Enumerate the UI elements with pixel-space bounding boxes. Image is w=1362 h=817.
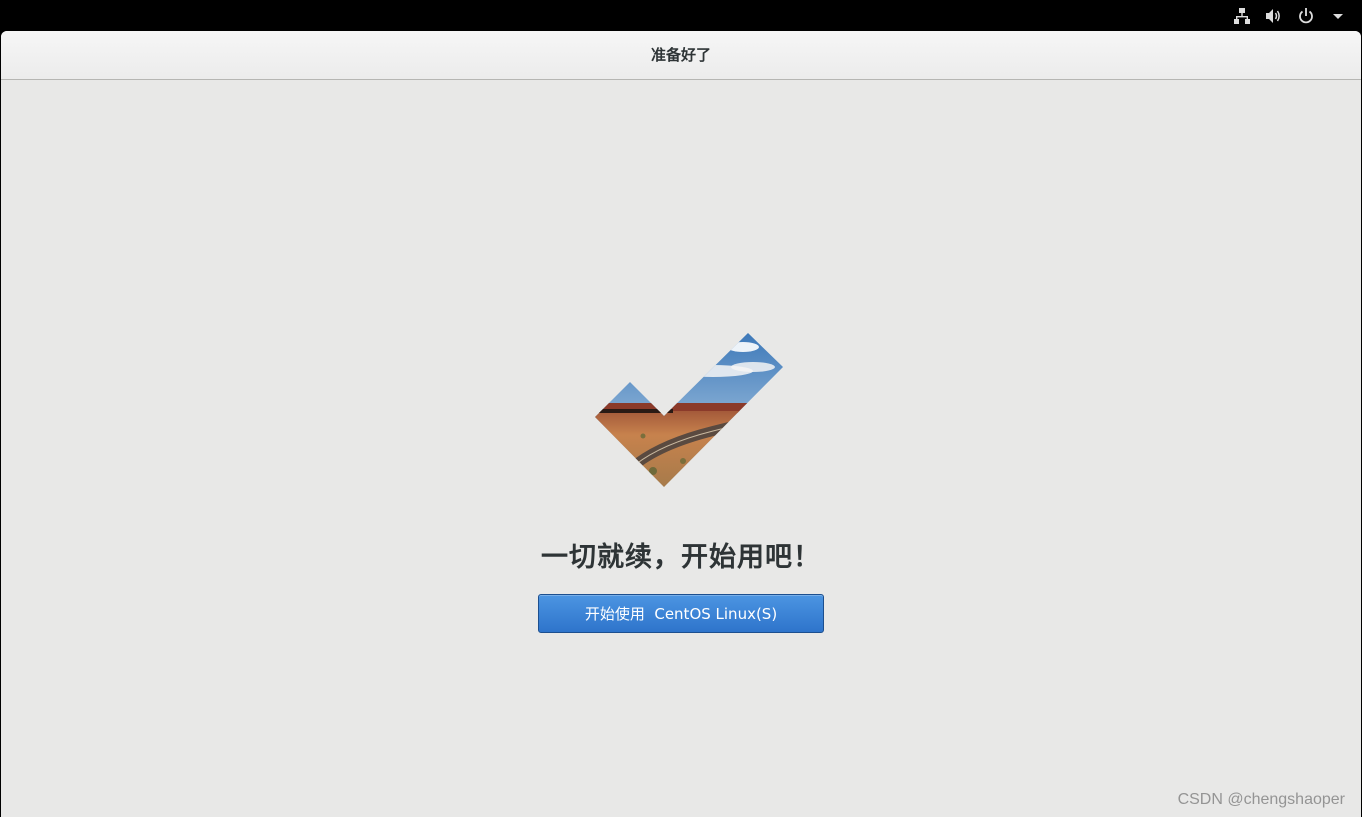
top-panel <box>0 0 1362 31</box>
dropdown-arrow-icon[interactable] <box>1328 6 1348 26</box>
checkmark-logo <box>595 333 783 487</box>
header-bar: 准备好了 <box>1 31 1361 80</box>
start-button-label: 开始使用 CentOS Linux(S) <box>584 605 778 623</box>
volume-icon[interactable] <box>1264 6 1284 26</box>
power-icon[interactable] <box>1296 6 1316 26</box>
ready-headline: 一切就续，开始用吧！ <box>541 542 821 573</box>
network-icon[interactable] <box>1232 6 1252 26</box>
page-title: 准备好了 <box>650 46 711 64</box>
setup-window: 准备好了 一切就续，开始用吧！ 开始使用 CentOS Linux(S) CSD… <box>1 31 1361 817</box>
watermark: CSDN @chengshaoper <box>1177 791 1345 808</box>
system-tray[interactable] <box>1232 5 1348 27</box>
start-using-centos-button[interactable]: 开始使用 CentOS Linux(S) <box>538 594 824 633</box>
